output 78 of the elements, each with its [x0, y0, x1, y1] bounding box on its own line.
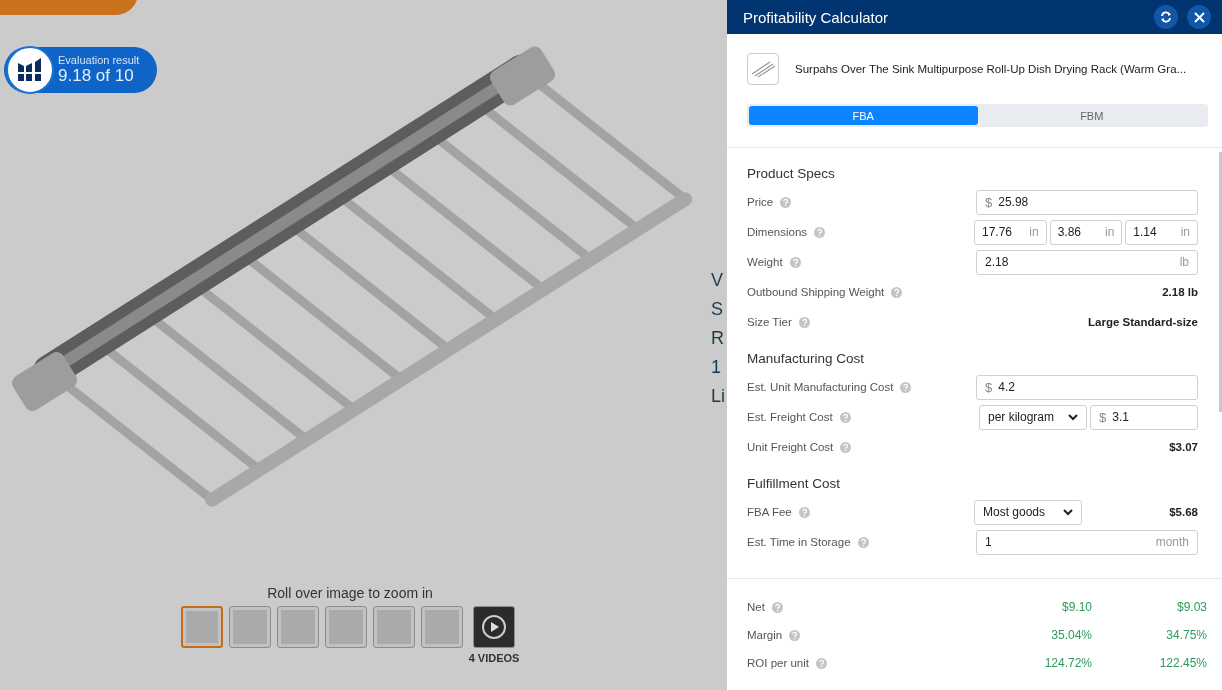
help-icon[interactable] — [900, 381, 912, 393]
help-icon[interactable] — [814, 226, 826, 238]
field-label: FBA Fee — [747, 506, 792, 518]
help-icon[interactable] — [891, 286, 903, 298]
close-icon — [1193, 11, 1205, 23]
evaluation-score: 9.18 of 10 — [58, 66, 135, 86]
summary-value: 124.72% — [1043, 656, 1092, 670]
field-label: Price — [747, 196, 774, 208]
money-field[interactable]: $ 3.1 — [1090, 404, 1198, 430]
chevron-down-icon — [1063, 508, 1073, 516]
money-field[interactable]: $ 4.2 — [976, 374, 1198, 400]
summary-value: $9.10 — [1060, 600, 1092, 614]
zoom-hint: Roll over image to zoom in — [267, 585, 433, 601]
help-icon[interactable] — [789, 256, 801, 268]
help-icon[interactable] — [780, 196, 792, 208]
field-label: Est. Freight Cost — [747, 411, 833, 423]
section-heading: Product Specs — [747, 166, 836, 181]
cut-off-text: Li — [711, 386, 726, 407]
fee-dropdown[interactable]: Most goods — [974, 499, 1082, 525]
field-label: Outbound Shipping Weight — [747, 286, 885, 298]
help-icon[interactable] — [816, 657, 827, 669]
help-icon[interactable] — [771, 601, 783, 613]
summary-label: Margin — [747, 629, 783, 641]
unit-field[interactable]: 1 month — [976, 529, 1198, 555]
computed-value: Large Standard-size — [1088, 316, 1198, 328]
computed-value: $3.07 — [1169, 441, 1198, 453]
help-icon[interactable] — [798, 506, 810, 518]
panel-title: Profitability Calculator — [743, 8, 889, 26]
summary-label: Net — [747, 601, 765, 613]
help-icon[interactable] — [839, 411, 851, 423]
cut-off-text: 1 — [711, 357, 722, 378]
bar-chart-icon — [5, 45, 55, 95]
product-thumbnail — [747, 53, 779, 85]
image-thumbnail[interactable] — [276, 606, 319, 648]
help-icon[interactable] — [789, 629, 801, 641]
dimension-field[interactable]: 17.76 in — [974, 219, 1047, 245]
summary-label: ROI per unit — [747, 657, 809, 669]
unit-dropdown[interactable]: per kilogram — [979, 404, 1087, 430]
mode-tab[interactable]: FBA — [749, 106, 978, 125]
field-label: Dimensions — [747, 226, 808, 238]
help-icon[interactable] — [840, 441, 852, 453]
summary-value: 122.45% — [1158, 656, 1207, 670]
dimension-field[interactable]: 1.14 in — [1125, 219, 1198, 245]
summary-value: $9.03 — [1175, 600, 1207, 614]
mode-tab[interactable]: FBM — [977, 106, 1206, 125]
summary-value: 35.04% — [1050, 628, 1092, 642]
dimension-field[interactable]: 3.86 in — [1049, 219, 1123, 245]
chevron-down-icon — [1068, 413, 1078, 421]
field-label: Est. Time in Storage — [747, 536, 851, 548]
field-label: Size Tier — [747, 316, 792, 328]
image-thumbnail[interactable] — [324, 606, 367, 648]
help-icon[interactable] — [857, 536, 869, 548]
videos-label: 4 VIDEOS — [468, 652, 520, 664]
scrollbar[interactable] — [1219, 152, 1222, 412]
image-thumbnail[interactable] — [420, 606, 463, 648]
image-thumbnail[interactable] — [228, 606, 271, 648]
summary-value: 34.75% — [1165, 628, 1207, 642]
money-field[interactable]: $ 25.98 — [976, 189, 1198, 215]
cut-off-text: R — [711, 328, 725, 349]
refresh-button[interactable] — [1154, 5, 1178, 29]
section-heading: Manufacturing Cost — [747, 351, 866, 366]
image-thumbnail[interactable] — [180, 606, 223, 648]
section-heading: Fulfillment Cost — [747, 476, 842, 491]
field-label: Unit Freight Cost — [747, 441, 834, 453]
refresh-icon — [1160, 11, 1172, 23]
computed-value: 2.18 lb — [1162, 286, 1198, 298]
product-title: Surpahs Over The Sink Multipurpose Roll-Up Dish Drying Rack (Warm Gra... — [795, 63, 1187, 75]
cut-off-text: S — [711, 299, 724, 320]
unit-field[interactable]: 2.18 lb — [976, 249, 1198, 275]
computed-value: $5.68 — [1169, 506, 1198, 518]
help-icon[interactable] — [798, 316, 810, 328]
field-label: Weight — [747, 256, 783, 268]
evaluation-label: Evaluation result — [58, 54, 140, 66]
close-button[interactable] — [1187, 5, 1211, 29]
field-label: Est. Unit Manufacturing Cost — [747, 381, 894, 393]
cut-off-text: V — [711, 270, 724, 291]
video-thumbnail[interactable] — [473, 606, 515, 648]
image-thumbnail[interactable] — [372, 606, 415, 648]
